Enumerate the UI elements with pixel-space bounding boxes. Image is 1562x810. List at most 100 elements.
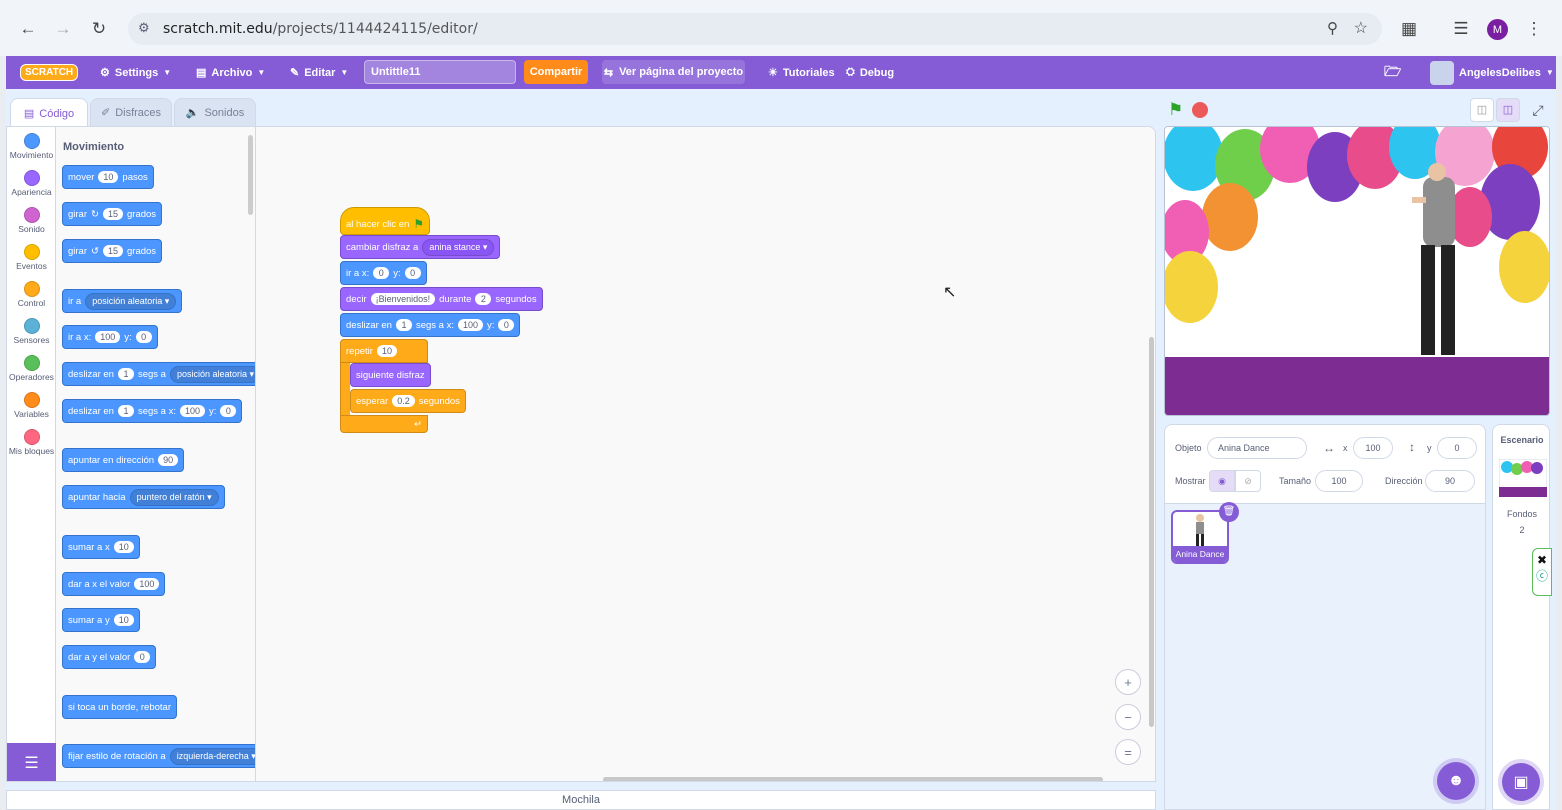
y-position-input[interactable]: 0	[1437, 437, 1477, 459]
category-sensing[interactable]: Sensores	[7, 318, 56, 345]
block-go-to-xy[interactable]: ir a x: 100 y: 0	[62, 325, 158, 349]
large-stage-icon[interactable]: ◫	[1496, 98, 1520, 122]
zoom-in-button[interactable]: +	[1115, 669, 1141, 695]
edit-menu[interactable]: ✎ Editar ▼	[290, 56, 348, 89]
block-set-x[interactable]: dar a x el valor 100	[62, 572, 166, 596]
backpack-bar[interactable]: Mochila	[6, 790, 1156, 810]
block-wait[interactable]: esperar 0.2 segundos	[350, 389, 466, 413]
category-motion[interactable]: Movimiento	[7, 133, 56, 160]
block-move-steps[interactable]: mover 10 pasos	[62, 165, 154, 189]
repeat-header[interactable]: repetir 10	[340, 339, 428, 363]
block-dropdown[interactable]: puntero del ratón ▾	[129, 488, 219, 506]
workspace-vertical-scrollbar[interactable]	[1149, 337, 1154, 727]
block-glide-xy[interactable]: deslizar en 1 segs a x: 100 y: 0	[340, 313, 521, 337]
zoom-reset-button[interactable]: =	[1115, 739, 1141, 765]
palette-scrollbar[interactable]	[248, 135, 253, 215]
settings-menu[interactable]: ⚙ Settings ▼	[100, 56, 171, 89]
block-turn-left[interactable]: girar ↺ 15 grados	[62, 239, 163, 263]
block-input[interactable]: 0	[404, 267, 421, 279]
block-input[interactable]: 1	[117, 368, 134, 380]
block-dropdown[interactable]: izquierda-derecha ▾	[169, 747, 255, 765]
address-bar[interactable]: ⚙ scratch.mit.edu/projects/1144424115/ed…	[128, 13, 1382, 45]
edit-extension-icon[interactable]: ⓒ	[1533, 567, 1551, 584]
share-button[interactable]: Compartir	[524, 60, 588, 84]
workspace-horizontal-scrollbar[interactable]	[603, 777, 1103, 781]
category-operators[interactable]: Operadores	[7, 355, 56, 382]
site-info-icon[interactable]: ⚙	[138, 20, 150, 36]
file-menu[interactable]: ▤ Archivo ▼	[196, 56, 265, 89]
block-input[interactable]: 10	[376, 345, 397, 357]
extensions-icon[interactable]: ▦	[1396, 16, 1422, 42]
block-dropdown[interactable]: posición aleatoria ▾	[169, 365, 255, 383]
block-input[interactable]: 100	[179, 405, 206, 417]
block-input[interactable]: 0.2	[392, 395, 415, 407]
block-input[interactable]: 0	[373, 267, 390, 279]
reload-icon[interactable]: ↻	[86, 16, 112, 42]
block-input[interactable]: 0	[498, 319, 515, 331]
back-icon[interactable]: ←	[15, 16, 41, 42]
trash-icon[interactable]: 🗑	[1219, 502, 1239, 522]
close-icon[interactable]: ✖	[1533, 553, 1551, 567]
scratch-logo[interactable]: SCRATCH	[20, 56, 79, 89]
block-turn-right[interactable]: girar ↻ 15 grados	[62, 202, 163, 226]
block-input[interactable]: ¡Bienvenidos!	[370, 293, 436, 305]
green-flag-icon[interactable]: ⚑	[1168, 100, 1183, 120]
debug-button[interactable]: ⛭ Debug	[846, 56, 894, 89]
block-input[interactable]: 0	[134, 651, 151, 663]
block-point-towards[interactable]: apuntar hacia puntero del ratón ▾	[62, 485, 225, 509]
block-change-x[interactable]: sumar a x 10	[62, 535, 140, 559]
block-input[interactable]: 10	[98, 171, 119, 183]
block-set-y[interactable]: dar a y el valor 0	[62, 645, 157, 669]
show-visible-icon[interactable]: ◉	[1209, 470, 1235, 492]
category-control[interactable]: Control	[7, 281, 56, 308]
account-menu[interactable]: AngelesDelibes ▼	[1430, 56, 1554, 89]
block-dropdown[interactable]: posición aleatoria ▾	[85, 292, 177, 310]
block-bounce[interactable]: si toca un borde, rebotar	[62, 695, 177, 719]
tutorials-button[interactable]: ☀ Tutoriales	[768, 56, 835, 89]
block-input[interactable]: 10	[113, 614, 134, 626]
block-point-direction[interactable]: apuntar en dirección 90	[62, 448, 185, 472]
category-my-blocks[interactable]: Mis bloques	[7, 429, 56, 456]
block-dropdown[interactable]: anina stance ▾	[422, 238, 495, 256]
fullscreen-icon[interactable]: ⤢	[1526, 98, 1550, 122]
see-project-page-button[interactable]: ⇆ Ver página del proyecto	[602, 60, 745, 84]
category-variables[interactable]: Variables	[7, 392, 56, 419]
block-input[interactable]: 100	[457, 319, 484, 331]
block-go-to[interactable]: ir a posición aleatoria ▾	[62, 289, 183, 313]
block-input[interactable]: 100	[134, 578, 160, 590]
script-workspace[interactable]: al hacer clic en ⚑ cambiar disfraz a anina…	[257, 127, 1155, 781]
category-sound[interactable]: Sonido	[7, 207, 56, 234]
block-input[interactable]: 90	[158, 454, 179, 466]
floating-extension-widget[interactable]: ✖ ⓒ	[1532, 548, 1552, 596]
stop-icon[interactable]	[1192, 102, 1208, 118]
profile-avatar[interactable]: M	[1487, 19, 1508, 40]
tab-costumes[interactable]: ✐ Disfraces	[90, 98, 172, 126]
direction-input[interactable]: 90	[1425, 470, 1475, 492]
bookmark-star-icon[interactable]: ☆	[1354, 18, 1368, 38]
block-rotation-style[interactable]: fijar estilo de rotación a izquierda-dere…	[62, 744, 255, 768]
category-events[interactable]: Eventos	[7, 244, 56, 271]
tab-sounds[interactable]: 🔈 Sonidos	[174, 98, 256, 126]
block-input[interactable]: 10	[113, 541, 134, 553]
hide-icon[interactable]: ⊘	[1235, 470, 1261, 492]
choose-backdrop-button[interactable]: ▣	[1502, 763, 1540, 801]
block-go-to-xy[interactable]: ir a x: 0 y: 0	[340, 261, 427, 285]
block-input[interactable]: 100	[95, 331, 121, 343]
small-stage-icon[interactable]: ◫	[1470, 98, 1494, 122]
size-input[interactable]: 100	[1315, 470, 1363, 492]
forward-icon[interactable]: →	[50, 16, 76, 42]
media-icon[interactable]: ☰	[1448, 16, 1474, 42]
block-glide-xy[interactable]: deslizar en 1 segs a x: 100 y: 0	[62, 399, 243, 423]
block-input[interactable]: 2	[475, 293, 492, 305]
choose-sprite-button[interactable]: ☻	[1437, 762, 1475, 800]
block-when-flag-clicked[interactable]: al hacer clic en ⚑	[340, 207, 431, 235]
tab-code[interactable]: ▤ Código	[10, 98, 88, 128]
zoom-out-button[interactable]: −	[1115, 704, 1141, 730]
my-stuff-folder-icon[interactable]: 🗁	[1384, 56, 1401, 89]
block-change-y[interactable]: sumar a y 10	[62, 608, 140, 632]
browser-menu-icon[interactable]: ⋮	[1521, 16, 1547, 42]
block-input[interactable]: 15	[102, 245, 123, 257]
block-input[interactable]: 0	[220, 405, 237, 417]
block-input[interactable]: 1	[395, 319, 412, 331]
block-input[interactable]: 15	[102, 208, 123, 220]
